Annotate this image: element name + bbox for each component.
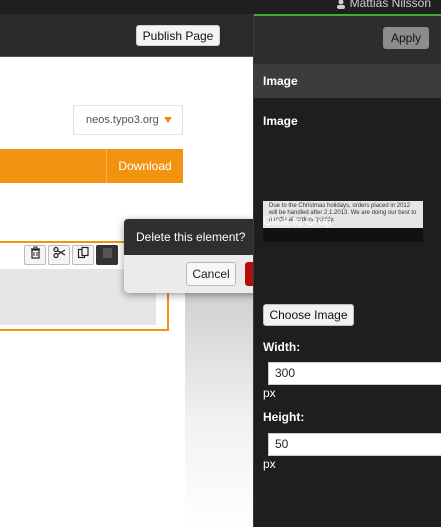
image-section-header[interactable]: Image — [254, 64, 441, 98]
width-input[interactable]: 300 — [268, 362, 441, 385]
copy-tool-button[interactable] — [72, 245, 94, 265]
delete-tool-button[interactable] — [24, 245, 46, 265]
cut-tool-button[interactable] — [48, 245, 70, 265]
orange-nav-bar: Download — [0, 149, 183, 183]
top-bar: Mattias Nilsson — [0, 0, 441, 14]
publish-page-button[interactable]: Publish Page — [136, 25, 220, 46]
delete-confirmation-popover: Delete this element? Cancel — [124, 219, 253, 293]
page-canvas: neos.typo3.org Download Delete this elem… — [0, 57, 253, 527]
dropdown-arrow-icon — [164, 117, 172, 123]
height-unit: px — [263, 457, 276, 471]
site-selector-value: neos.typo3.org — [86, 114, 159, 126]
confirm-delete-button[interactable] — [245, 262, 253, 286]
width-label: Width: — [263, 340, 301, 354]
delete-question: Delete this element? — [136, 230, 246, 244]
user-name: Mattias Nilsson — [349, 0, 431, 10]
width-unit: px — [263, 386, 276, 400]
apply-button[interactable]: Apply — [383, 27, 429, 49]
inspector-panel: Apply Image Image Due to the Christmas h… — [253, 14, 441, 527]
trash-icon — [29, 246, 42, 264]
user-menu[interactable]: Mattias Nilsson — [336, 0, 431, 10]
paste-tool-button[interactable] — [96, 245, 118, 265]
height-input[interactable]: 50 — [268, 433, 441, 456]
cancel-button[interactable]: Cancel — [186, 262, 236, 286]
background-image — [185, 261, 253, 527]
copy-icon — [77, 246, 90, 264]
element-toolbar — [24, 245, 118, 267]
click-to-crop-label[interactable]: Click to Crop — [263, 214, 332, 228]
site-selector[interactable]: neos.typo3.org — [73, 105, 183, 135]
paste-icon — [101, 246, 114, 264]
scissors-icon — [52, 246, 66, 264]
image-property-label: Image — [263, 114, 298, 128]
inspector-header: Apply — [254, 14, 441, 64]
section-title: Image — [263, 74, 298, 88]
user-icon — [336, 0, 346, 9]
download-link[interactable]: Download — [106, 149, 183, 183]
choose-image-button[interactable]: Choose Image — [263, 304, 354, 326]
height-label: Height: — [263, 410, 305, 424]
popover-actions: Cancel — [124, 255, 253, 293]
image-thumbnail[interactable]: Due to the Christmas holidays, orders pl… — [263, 201, 423, 242]
content-toolbar: Publish Page — [0, 14, 253, 57]
